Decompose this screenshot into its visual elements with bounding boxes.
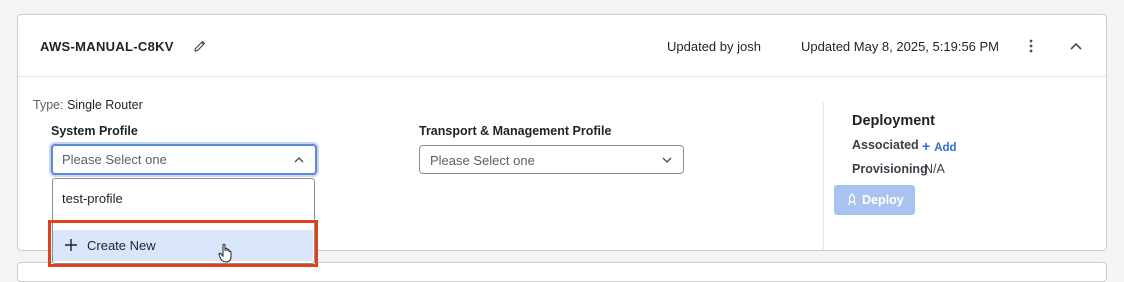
associated-label: Associated (852, 138, 919, 152)
chevron-up-icon (294, 157, 304, 163)
updated-by-text: Updated by josh (667, 39, 761, 54)
option-create-new[interactable]: Create New (53, 230, 313, 261)
chevron-down-icon (662, 157, 672, 163)
type-line: Type: Single Router (33, 98, 143, 112)
card-header: AWS-MANUAL-C8KV Updated by josh Updated … (18, 15, 1106, 77)
transport-profile-placeholder: Please Select one (430, 153, 535, 168)
plus-icon: + (922, 138, 931, 154)
add-label: Add (934, 142, 957, 154)
transport-profile-select[interactable]: Please Select one (419, 145, 684, 174)
provisioning-value: N/A (924, 162, 945, 176)
next-card (17, 262, 1107, 282)
system-profile-label: System Profile (51, 124, 138, 138)
rocket-icon (847, 193, 857, 206)
deploy-label: Deploy (862, 193, 904, 207)
provisioning-label: Provisioning (852, 162, 928, 176)
system-profile-placeholder: Please Select one (62, 152, 167, 167)
type-key: Type: (33, 98, 64, 112)
type-value: Single Router (67, 98, 143, 112)
more-options-icon[interactable] (1024, 37, 1038, 55)
system-profile-select[interactable]: Please Select one (51, 144, 317, 175)
add-association-link[interactable]: + Add (922, 138, 957, 154)
pencil-icon[interactable] (193, 39, 207, 53)
collapse-chevron-icon[interactable] (1068, 37, 1084, 55)
option-test-profile[interactable]: test-profile (62, 191, 123, 206)
plus-icon (65, 239, 77, 251)
updated-at-text: Updated May 8, 2025, 5:19:56 PM (801, 39, 1000, 54)
section-divider (823, 102, 824, 250)
create-new-label: Create New (87, 238, 156, 253)
hand-cursor-icon (218, 243, 232, 263)
deploy-button[interactable]: Deploy (834, 185, 915, 215)
device-title: AWS-MANUAL-C8KV (40, 39, 174, 54)
deployment-title: Deployment (852, 113, 935, 129)
transport-profile-label: Transport & Management Profile (419, 124, 612, 138)
